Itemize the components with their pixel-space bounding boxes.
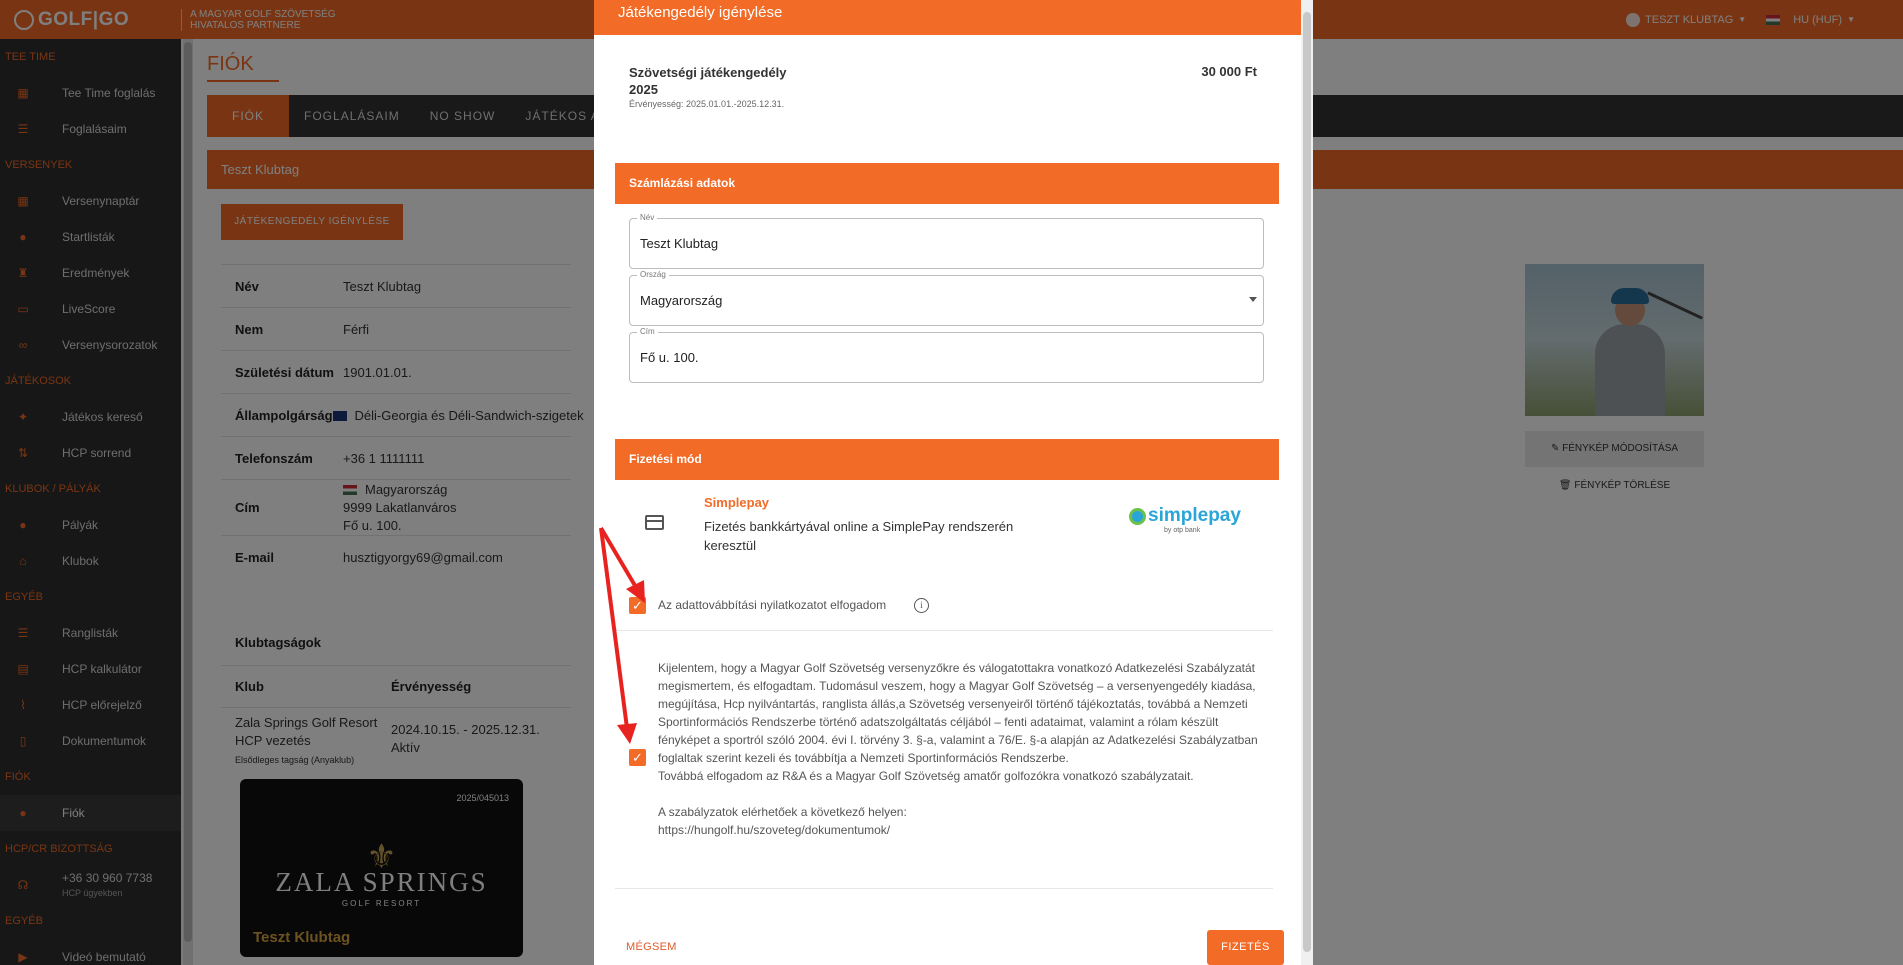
payment-method-name[interactable]: Simplepay: [704, 495, 769, 510]
modal-title: Játékengedély igénylése: [594, 0, 1313, 35]
address-field[interactable]: Cím Fő u. 100.: [629, 326, 1264, 383]
data-transfer-checkbox-label: Az adattovábbítási nyilatkozatot elfogad…: [658, 598, 887, 612]
payment-method-description: Fizetés bankkártyával online a SimplePay…: [704, 519, 1014, 553]
divider: [615, 630, 1273, 631]
name-field[interactable]: Név Teszt Klubtag: [629, 212, 1264, 269]
chevron-down-icon: [1249, 297, 1257, 302]
billing-section-header: Számlázási adatok: [615, 163, 1279, 204]
simplepay-logo: simplepay by otp bank: [1122, 505, 1241, 535]
simplepay-logo-icon: [1129, 508, 1146, 525]
divider: [615, 888, 1273, 889]
pay-button[interactable]: FIZETÉS: [1207, 930, 1284, 965]
consent-text: Kijelentem, hogy a Magyar Golf Szövetség…: [658, 659, 1268, 839]
data-transfer-checkbox[interactable]: ✓: [629, 597, 646, 614]
modal-scrollbar-thumb[interactable]: [1303, 12, 1311, 952]
license-validity: Érvényesség: 2025.01.01.-2025.12.31.: [629, 99, 785, 109]
cancel-button[interactable]: MÉGSEM: [626, 941, 677, 953]
payment-section-header: Fizetési mód: [615, 439, 1279, 480]
permit-request-modal: Játékengedély igénylése Szövetségi játék…: [594, 0, 1313, 965]
rules-link[interactable]: https://hungolf.hu/szoveteg/dokumentumok…: [658, 821, 1268, 839]
country-select[interactable]: Ország Magyarország: [629, 269, 1264, 326]
info-icon[interactable]: i: [914, 598, 929, 613]
consent-checkbox[interactable]: ✓: [629, 749, 646, 766]
credit-card-icon: [645, 515, 664, 530]
license-price: 30 000 Ft: [1201, 64, 1257, 79]
license-name: Szövetségi játékengedély 2025: [629, 65, 787, 97]
